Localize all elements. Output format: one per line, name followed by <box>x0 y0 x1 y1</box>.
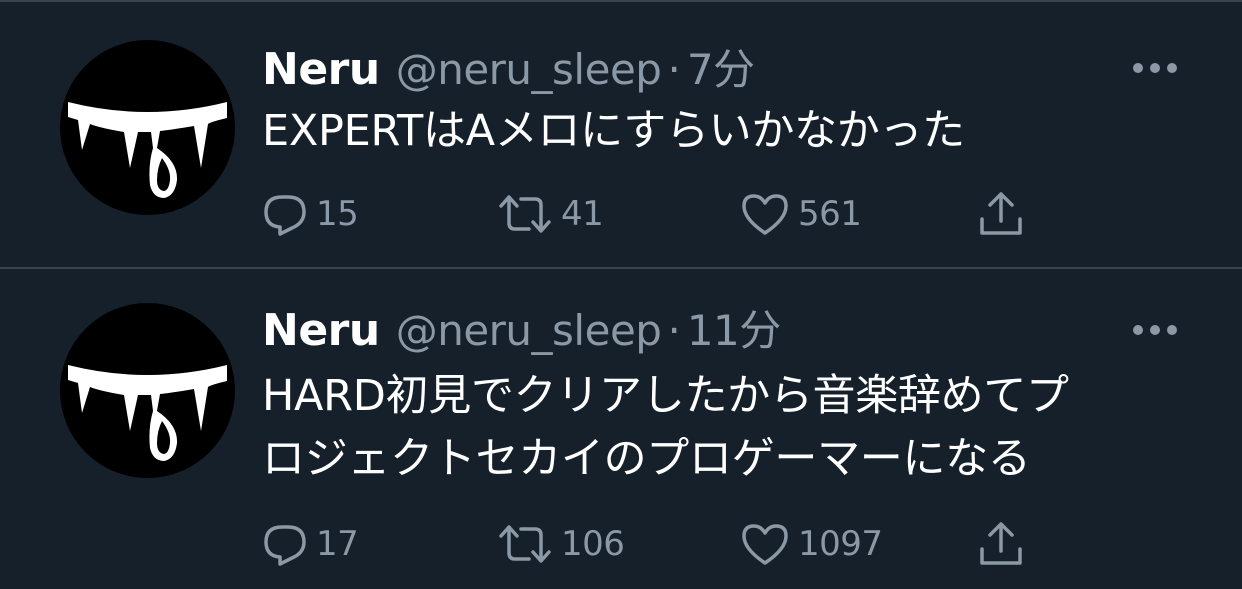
share-icon <box>980 522 1022 565</box>
author-handle[interactable]: @neru_sleep <box>396 306 662 355</box>
separator-dot: · <box>667 306 681 355</box>
like-count: 561 <box>798 194 862 234</box>
more-button[interactable] <box>1132 59 1178 73</box>
author-handle[interactable]: @neru_sleep <box>396 45 662 94</box>
heart-icon <box>742 524 788 565</box>
separator-dot: · <box>667 45 681 94</box>
reply-button[interactable]: 17 <box>262 519 359 569</box>
tweet-actions: 15 41 561 <box>262 189 1062 239</box>
author-name[interactable]: Neru <box>262 44 380 95</box>
tweet-header: Neru @neru_sleep · 11分 <box>262 297 781 358</box>
like-button[interactable]: 561 <box>740 189 862 239</box>
author-name[interactable]: Neru <box>262 305 380 356</box>
share-button[interactable] <box>976 519 1026 569</box>
share-icon <box>980 192 1022 235</box>
heart-icon <box>742 194 788 235</box>
tweet-text: HARD初見でクリアしたから音楽辞めてプ ロジェクトセカイのプロゲーマーになる <box>262 371 1069 484</box>
tweet[interactable]: Neru @neru_sleep · 11分 HARD初見でクリアしたから音楽辞… <box>0 269 1242 589</box>
reply-button[interactable]: 15 <box>262 189 359 239</box>
fanged-mouth-avatar-icon <box>60 303 235 478</box>
share-button[interactable] <box>976 189 1026 239</box>
avatar[interactable] <box>60 40 235 215</box>
more-dots-icon <box>1133 63 1177 73</box>
like-count: 1097 <box>798 524 883 564</box>
tweet[interactable]: Neru @neru_sleep · 7分 EXPERTはAメロにすらいかなかっ… <box>0 2 1242 267</box>
fanged-mouth-avatar-icon <box>60 40 235 215</box>
tweet-time[interactable]: 11分 <box>687 297 781 358</box>
tweet-header: Neru @neru_sleep · 7分 <box>262 36 755 97</box>
retweet-button[interactable]: 41 <box>497 189 604 239</box>
reply-count: 17 <box>316 524 359 564</box>
retweet-icon <box>499 195 551 233</box>
avatar[interactable] <box>60 303 235 478</box>
reply-count: 15 <box>316 194 359 234</box>
tweet-text: EXPERTはAメロにすらいかなかった <box>262 106 965 156</box>
retweet-count: 41 <box>561 194 604 234</box>
more-dots-icon <box>1133 325 1177 335</box>
retweet-button[interactable]: 106 <box>497 519 625 569</box>
retweet-count: 106 <box>561 524 625 564</box>
timeline-feed: Neru @neru_sleep · 7分 EXPERTはAメロにすらいかなかっ… <box>0 0 1242 589</box>
tweet-actions: 17 106 1097 <box>262 519 1062 569</box>
reply-icon <box>264 525 306 566</box>
retweet-icon <box>499 525 551 563</box>
more-button[interactable] <box>1132 321 1178 335</box>
reply-icon <box>264 195 306 236</box>
like-button[interactable]: 1097 <box>740 519 883 569</box>
tweet-time[interactable]: 7分 <box>687 36 755 97</box>
